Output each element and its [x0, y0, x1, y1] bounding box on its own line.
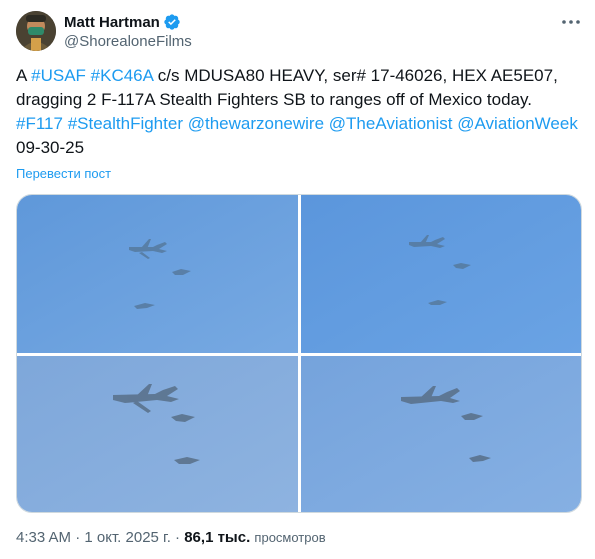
- photo-3[interactable]: [17, 356, 298, 512]
- tweet-link[interactable]: #StealthFighter: [68, 114, 183, 133]
- tweet-text: A #USAF #KC46A c/s MDUSA80 HEAVY, ser# 1…: [16, 64, 581, 160]
- tweet-link[interactable]: @TheAviationist: [329, 114, 453, 133]
- tweet-link[interactable]: #USAF: [31, 66, 86, 85]
- tweet-link[interactable]: #KC46A: [91, 66, 153, 85]
- tweet-time[interactable]: 4:33 AM: [16, 529, 71, 546]
- tweet-link[interactable]: @AviationWeek: [457, 114, 578, 133]
- views-label: просмотров: [254, 530, 326, 545]
- verified-badge-icon: [163, 13, 181, 31]
- views-count: 86,1 тыс.: [184, 529, 251, 546]
- more-options-icon[interactable]: [561, 13, 581, 31]
- avatar[interactable]: [16, 11, 56, 51]
- tweet-meta: 4:33 AM · 1 окт. 2025 г. · 86,1 тыс. про…: [16, 529, 326, 546]
- tweet-link[interactable]: #F117: [16, 114, 63, 133]
- author-handle[interactable]: @ShorealoneFilms: [64, 33, 192, 50]
- media-grid: [16, 194, 582, 513]
- author-name[interactable]: Matt Hartman: [64, 14, 160, 31]
- tweet-link[interactable]: @thewarzonewire: [188, 114, 324, 133]
- photo-4[interactable]: [301, 356, 581, 512]
- photo-2[interactable]: [301, 195, 581, 353]
- translate-post-link[interactable]: Перевести пост: [16, 166, 111, 181]
- tweet-text-segment: A: [16, 66, 32, 85]
- meta-separator-2: ·: [170, 529, 185, 546]
- tweet-header: Matt Hartman @ShorealoneFilms: [16, 11, 581, 51]
- tweet-date[interactable]: 1 окт. 2025 г.: [84, 529, 170, 546]
- meta-separator: ·: [71, 529, 85, 546]
- tweet-text-segment: 09-30-25: [16, 138, 85, 157]
- photo-1[interactable]: [17, 195, 298, 353]
